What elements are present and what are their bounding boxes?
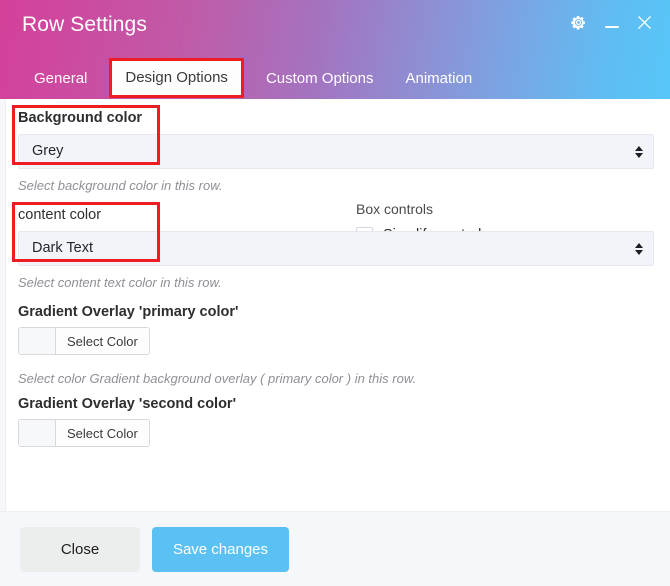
page-title: Row Settings xyxy=(22,13,147,36)
gradient-second-select-color-button[interactable]: Select Color xyxy=(56,420,149,446)
background-color-field: Background color xyxy=(18,111,142,126)
gradient-primary-help-wrap: Select color Gradient background overlay… xyxy=(18,372,416,385)
content-color-label: content color xyxy=(18,207,102,223)
left-edge-strip xyxy=(0,99,6,511)
tab-animation[interactable]: Animation xyxy=(389,59,488,99)
tab-custom-options[interactable]: Custom Options xyxy=(250,59,390,99)
gradient-primary-picker-wrap: Select Color xyxy=(18,327,150,359)
gradient-second-swatch[interactable] xyxy=(19,420,56,446)
minimize-icon[interactable] xyxy=(602,13,621,32)
gradient-second-label: Gradient Overlay 'second color' xyxy=(18,396,237,412)
gradient-second-field: Gradient Overlay 'second color' xyxy=(18,397,236,412)
box-controls-label: Box controls xyxy=(356,201,434,217)
chevron-updown-icon xyxy=(634,241,643,257)
gradient-primary-help: Select color Gradient background overlay… xyxy=(18,371,417,386)
row-settings-modal: Row Settings General Design Options Cust… xyxy=(0,0,670,586)
save-changes-button[interactable]: Save changes xyxy=(152,526,289,572)
content-color-value: Dark Text xyxy=(32,240,93,257)
close-icon[interactable] xyxy=(635,13,654,32)
background-color-help-wrap: Select background color in this row. xyxy=(18,179,223,192)
background-color-select-wrap: Grey xyxy=(18,134,654,169)
content-color-field: content color xyxy=(18,208,101,223)
content-color-help: Select content text color in this row. xyxy=(18,275,222,290)
content-color-select[interactable]: Dark Text xyxy=(18,231,654,266)
content-color-help-wrap: Select content text color in this row. xyxy=(18,276,222,289)
gradient-primary-label: Gradient Overlay 'primary color' xyxy=(18,304,239,320)
gear-icon[interactable] xyxy=(569,13,588,32)
gradient-primary-color-picker[interactable]: Select Color xyxy=(18,327,150,355)
background-color-help: Select background color in this row. xyxy=(18,178,223,193)
gradient-primary-select-color-button[interactable]: Select Color xyxy=(56,328,149,354)
gradient-primary-field: Gradient Overlay 'primary color' xyxy=(18,305,238,320)
tab-bar: General Design Options Custom Options An… xyxy=(18,53,488,99)
minimize-glyph xyxy=(604,25,619,28)
tab-general[interactable]: General xyxy=(18,59,103,99)
window-controls xyxy=(569,13,654,32)
close-button[interactable]: Close xyxy=(20,526,140,572)
chevron-updown-icon xyxy=(634,144,643,160)
background-color-select[interactable]: Grey xyxy=(18,134,654,169)
content-color-select-wrap: Dark Text xyxy=(18,231,654,266)
modal-header: Row Settings General Design Options Cust… xyxy=(0,0,670,99)
tab-design-options[interactable]: Design Options xyxy=(109,58,244,98)
gradient-primary-swatch[interactable] xyxy=(19,328,56,354)
gradient-second-color-picker[interactable]: Select Color xyxy=(18,419,150,447)
modal-footer: Close Save changes xyxy=(0,511,670,586)
background-color-label: Background color xyxy=(18,110,143,126)
gradient-second-picker-wrap: Select Color xyxy=(18,419,150,451)
modal-body: Box controls Simplify controls Backgroun… xyxy=(0,99,670,511)
background-color-value: Grey xyxy=(32,143,64,160)
